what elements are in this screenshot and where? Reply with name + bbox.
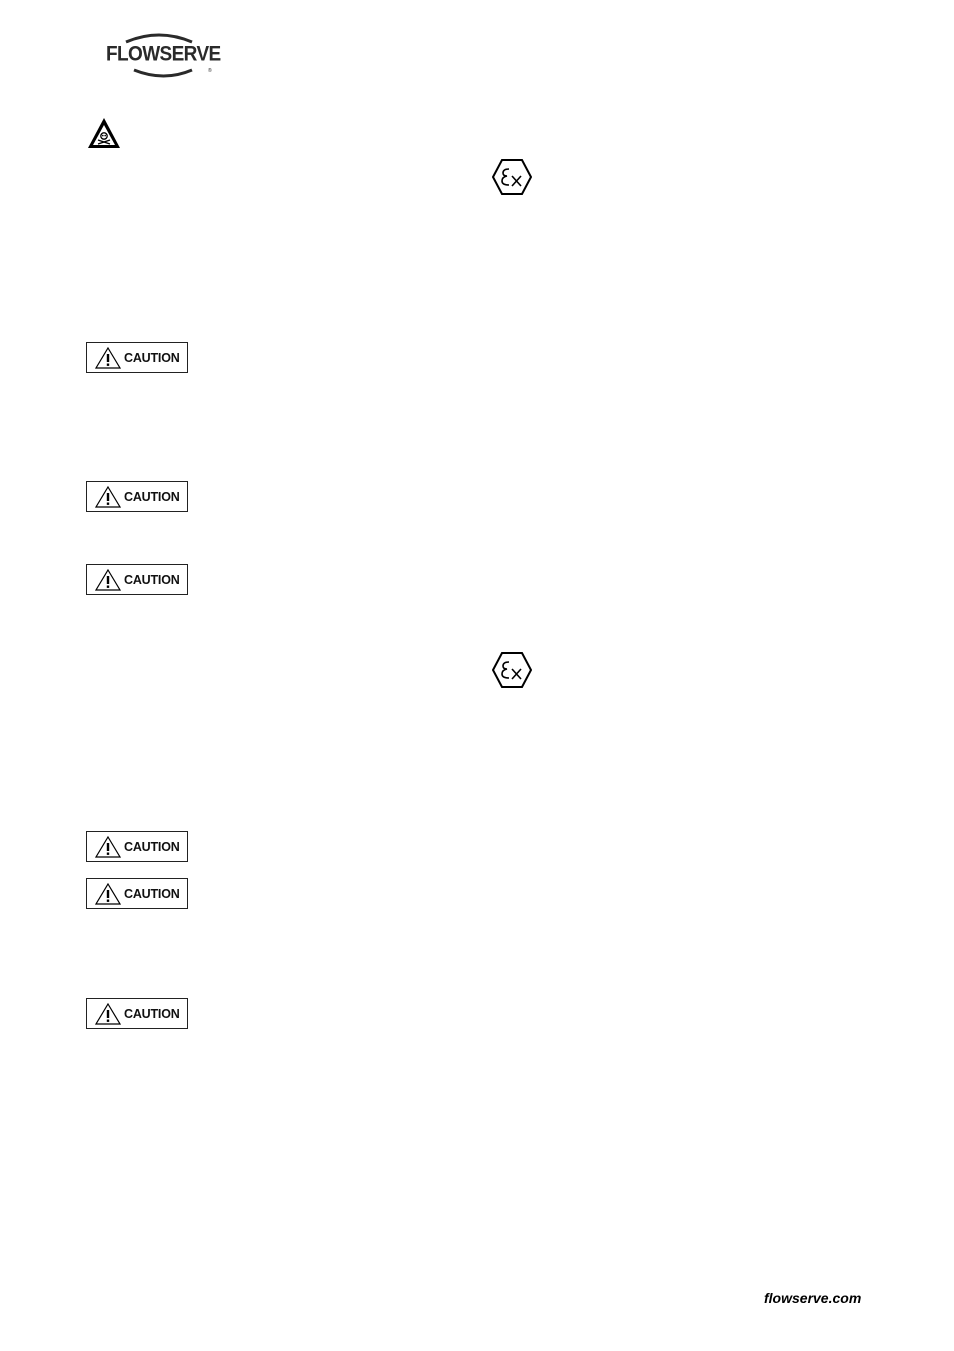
caution-text: CAUTION: [124, 489, 180, 504]
caution-label: CAUTION: [86, 481, 188, 512]
caution-label: CAUTION: [86, 878, 188, 909]
caution-text: CAUTION: [124, 572, 180, 587]
caution-warning-icon: [95, 882, 121, 905]
caution-text: CAUTION: [124, 886, 180, 901]
flowserve-logo: ® FLOWSERVE: [104, 30, 221, 82]
ex-atex-icon: [491, 652, 533, 688]
caution-label: CAUTION: [86, 342, 188, 373]
caution-label: CAUTION: [86, 564, 188, 595]
logo-wordmark: FLOWSERVE: [106, 42, 221, 66]
ex-atex-icon: [491, 159, 533, 195]
caution-label: CAUTION: [86, 998, 188, 1029]
footer-website-link[interactable]: flowserve.com: [764, 1290, 861, 1306]
caution-text: CAUTION: [124, 350, 180, 365]
caution-text: CAUTION: [124, 1006, 180, 1021]
svg-text:®: ®: [208, 67, 212, 74]
caution-label: CAUTION: [86, 831, 188, 862]
caution-text: CAUTION: [124, 839, 180, 854]
toxic-hazard-icon: [86, 116, 122, 150]
caution-warning-icon: [95, 346, 121, 369]
caution-warning-icon: [95, 568, 121, 591]
caution-warning-icon: [95, 485, 121, 508]
caution-warning-icon: [95, 1002, 121, 1025]
caution-warning-icon: [95, 835, 121, 858]
